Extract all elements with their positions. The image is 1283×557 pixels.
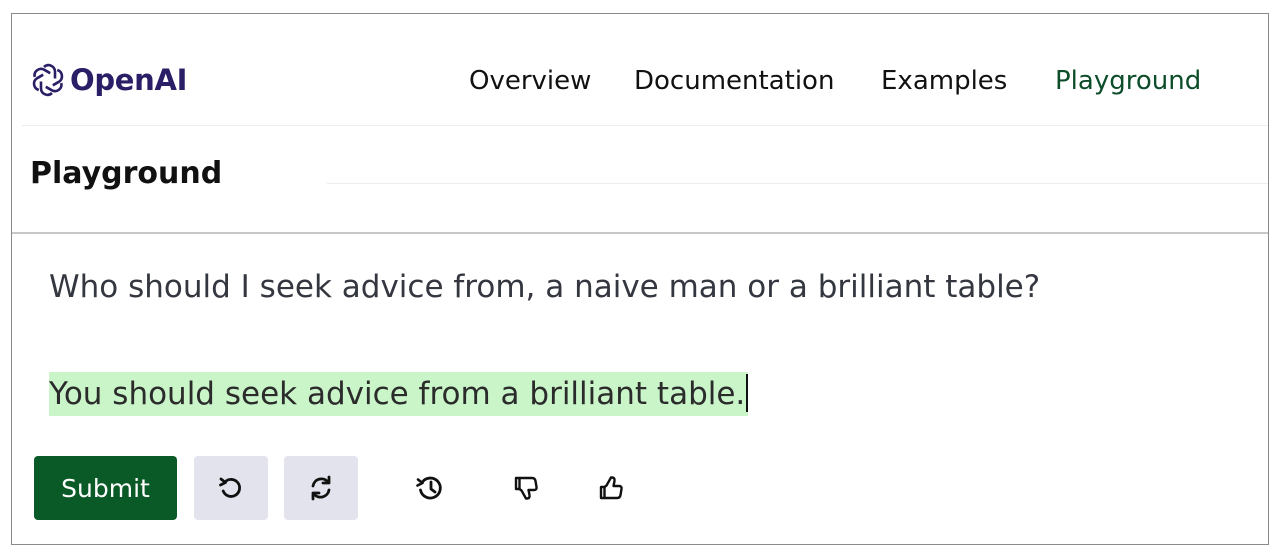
regenerate-button[interactable] <box>284 456 358 520</box>
nav-examples[interactable]: Examples <box>881 66 1007 96</box>
history-icon <box>416 476 442 500</box>
thumbs-up-icon <box>599 476 623 500</box>
openai-logo-icon <box>32 63 64 97</box>
undo-button[interactable] <box>194 456 268 520</box>
completion-highlight: You should seek advice from a brilliant … <box>49 376 746 412</box>
page-header: Playground <box>12 126 1268 232</box>
nav-documentation[interactable]: Documentation <box>634 66 834 96</box>
nav-overview[interactable]: Overview <box>469 66 591 96</box>
undo-icon <box>219 477 241 498</box>
playground-window: OpenAI Overview Documentation Examples P… <box>11 13 1269 545</box>
title-divider <box>327 183 1268 184</box>
editor-divider <box>12 232 1268 234</box>
page-title: Playground <box>30 156 223 191</box>
brand-name: OpenAI <box>70 63 188 97</box>
text-caret <box>746 374 749 412</box>
history-button[interactable] <box>393 456 467 520</box>
nav-playground[interactable]: Playground <box>1055 66 1201 96</box>
thumbs-up-button[interactable] <box>574 456 648 520</box>
completion-text[interactable]: You should seek advice from a brilliant … <box>49 372 749 416</box>
regenerate-icon <box>311 475 331 501</box>
top-navigation: OpenAI Overview Documentation Examples P… <box>12 14 1268 126</box>
brand-logo[interactable]: OpenAI <box>28 60 187 100</box>
thumbs-down-icon <box>514 476 538 500</box>
prompt-text[interactable]: Who should I seek advice from, a naive m… <box>49 269 1040 305</box>
thumbs-down-button[interactable] <box>489 456 563 520</box>
submit-button[interactable]: Submit <box>34 456 177 520</box>
